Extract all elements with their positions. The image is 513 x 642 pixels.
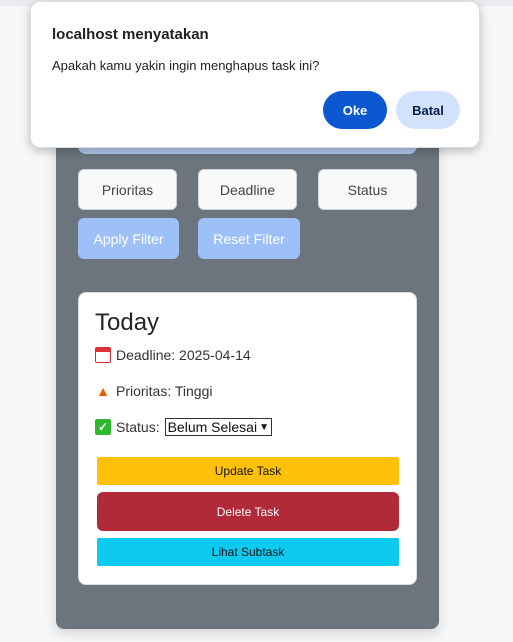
dialog-cancel-button[interactable]: Batal [396,91,460,129]
task-status-label: Status: [116,419,160,435]
sort-status-label: Status [347,181,388,198]
delete-task-label: Delete Task [216,504,280,519]
fire-icon: ▲ [96,383,110,399]
dialog-ok-label: Oke [342,102,368,118]
reset-filter-label: Reset Filter [213,230,285,247]
reset-filter-button[interactable]: Reset Filter [198,218,300,259]
view-subtask-button[interactable]: Lihat Subtask [97,538,399,566]
task-status-row: ✓ Status: Belum Selesai ▼ [95,418,272,436]
calendar-icon [95,347,111,363]
view-subtask-label: Lihat Subtask [211,545,285,559]
apply-filter-button[interactable]: Apply Filter [78,218,179,259]
sort-deadline-button[interactable]: Deadline [198,169,297,210]
task-priority-text: Prioritas: Tinggi [116,383,213,399]
check-box-icon: ✓ [95,419,111,435]
dialog-cancel-label: Batal [412,102,444,118]
sort-deadline-label: Deadline [219,181,276,198]
delete-task-button[interactable]: Delete Task [97,492,399,531]
dialog-ok-button[interactable]: Oke [323,91,387,129]
dialog-message: Apakah kamu yakin ingin menghapus task i… [52,58,320,73]
task-card: Today Deadline: 2025-04-14 ▲ Prioritas: … [78,292,417,585]
confirm-dialog: localhost menyatakan Apakah kamu yakin i… [30,1,480,148]
dialog-title: localhost menyatakan [52,26,209,43]
sort-prioritas-label: Prioritas [101,181,154,198]
task-deadline-text: Deadline: 2025-04-14 [116,347,251,363]
task-title: Today [95,309,160,336]
apply-filter-label: Apply Filter [93,230,164,247]
task-priority-row: ▲ Prioritas: Tinggi [95,383,212,399]
status-select-value: Belum Selesai [167,419,258,435]
status-select[interactable]: Belum Selesai ▼ [164,418,272,436]
sort-status-button[interactable]: Status [318,169,417,210]
update-task-button[interactable]: Update Task [97,457,399,485]
update-task-label: Update Task [214,464,282,478]
task-deadline-row: Deadline: 2025-04-14 [95,347,251,363]
sort-prioritas-button[interactable]: Prioritas [78,169,177,210]
chevron-down-icon: ▼ [259,421,269,433]
